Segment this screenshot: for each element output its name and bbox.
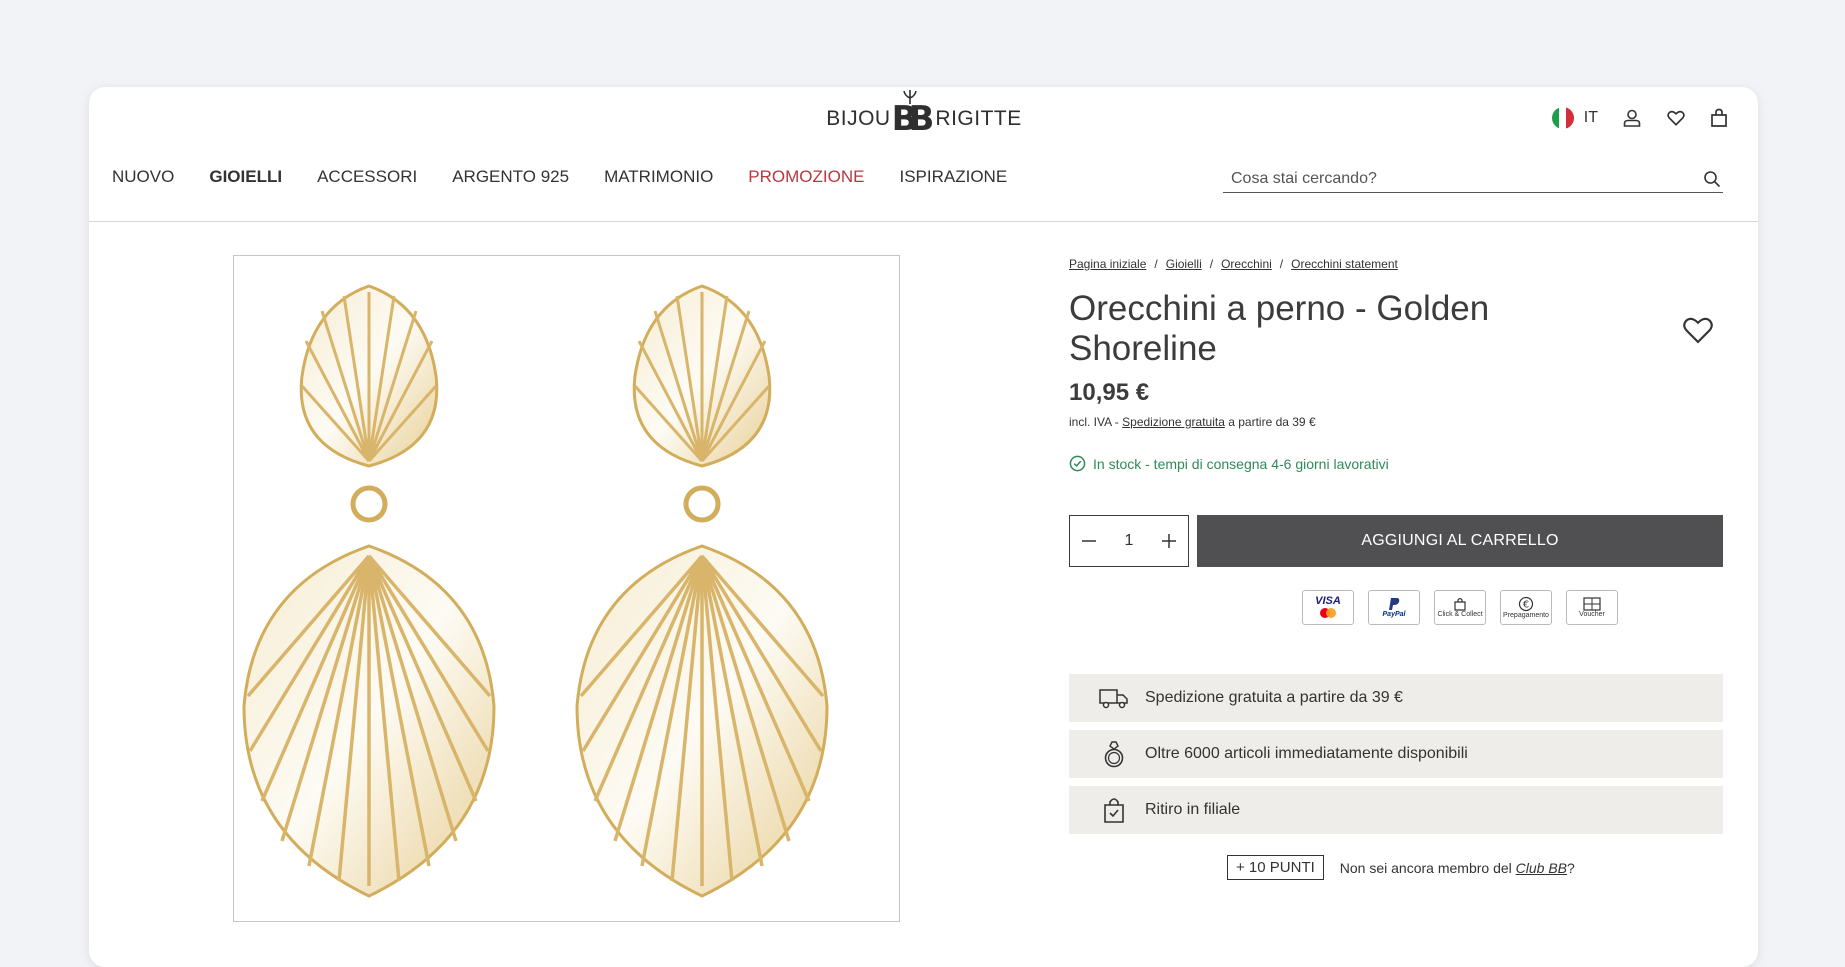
logo-monogram: BB (892, 90, 935, 136)
heart-icon[interactable] (1666, 108, 1686, 128)
product-price: 10,95 € (1069, 379, 1150, 406)
search-bar (1223, 165, 1723, 193)
paypal-icon: PayPal (1368, 590, 1420, 625)
add-to-cart-button[interactable]: AGGIUNGI AL CARRELLO (1197, 515, 1723, 567)
voucher-icon: Voucher (1566, 590, 1618, 625)
wishlist-heart-icon[interactable] (1681, 313, 1715, 347)
breadcrumb-gioielli[interactable]: Gioielli (1166, 257, 1202, 271)
free-shipping-link[interactable]: Spedizione gratuita (1122, 415, 1225, 429)
bag-icon[interactable] (1710, 108, 1728, 128)
breadcrumb: Pagina iniziale / Gioielli / Orecchini /… (1069, 257, 1398, 271)
language-selector[interactable]: IT (1551, 107, 1598, 129)
svg-text:€: € (1523, 600, 1529, 611)
nav-item-nuovo[interactable]: NUOVO (112, 167, 174, 187)
feature-availability: Oltre 6000 articoli immediatamente dispo… (1069, 730, 1723, 778)
flag-italy-icon (1551, 107, 1574, 129)
check-circle-icon (1069, 455, 1086, 472)
logo-text-left: BIJOU (826, 107, 891, 130)
club-prompt: Non sei ancora membro del Club BB? (1339, 859, 1575, 876)
breadcrumb-orecchini[interactable]: Orecchini (1221, 257, 1272, 271)
nav-item-accessori[interactable]: ACCESSORI (317, 167, 417, 187)
product-image[interactable] (233, 255, 900, 922)
breadcrumb-separator: / (1209, 257, 1214, 271)
language-label: IT (1583, 109, 1598, 126)
breadcrumb-separator: / (1279, 257, 1284, 271)
header-divider (89, 221, 1758, 222)
brand-logo[interactable]: BIJOU BB RIGITTE (819, 87, 1029, 137)
quantity-value[interactable]: 1 (1125, 532, 1134, 550)
visa-mastercard-icon: VISA (1302, 590, 1354, 625)
user-icon[interactable] (1622, 108, 1642, 128)
logo-text-right: RIGITTE (935, 107, 1022, 130)
product-title: Orecchini a perno - Golden Shoreline (1069, 289, 1490, 368)
feature-free-shipping: Spedizione gratuita a partire da 39 € (1069, 674, 1723, 722)
free-shipping-truck-icon (1091, 687, 1137, 709)
breadcrumb-separator: / (1154, 257, 1158, 271)
ring-icon (1091, 740, 1137, 768)
nav-item-promozione[interactable]: PROMOZIONE (748, 167, 864, 187)
quantity-stepper: 1 (1069, 515, 1189, 567)
search-icon[interactable] (1703, 170, 1721, 188)
nav-item-matrimonio[interactable]: MATRIMONIO (604, 167, 713, 187)
stock-text: In stock - tempi di consegna 4-6 giorni … (1093, 455, 1389, 472)
nav-item-ispirazione[interactable]: ISPIRAZIONE (899, 167, 1007, 187)
breadcrumb-home[interactable]: Pagina iniziale (1069, 257, 1146, 271)
nav-item-argento[interactable]: ARGENTO 925 (452, 167, 569, 187)
loyalty-points: + 10 PUNTI Non sei ancora membro del Clu… (1227, 855, 1575, 880)
club-bb-link[interactable]: Club BB (1516, 860, 1567, 876)
feature-store-pickup: Ritiro in filiale (1069, 786, 1723, 834)
earrings-illustration (234, 256, 901, 923)
plus-icon[interactable] (1160, 532, 1178, 550)
tax-info: incl. IVA - Spedizione gratuita a partir… (1069, 415, 1316, 429)
tax-suffix: a partire da 39 € (1224, 415, 1316, 429)
shopping-bag-check-icon (1091, 796, 1137, 824)
feature-text: Oltre 6000 articoli immediatamente dispo… (1145, 745, 1468, 762)
payment-methods: VISA PayPal Click & Collect € Prepagamen… (1302, 590, 1618, 625)
click-collect-icon: Click & Collect (1434, 590, 1486, 625)
tax-prefix: incl. IVA - (1069, 415, 1123, 429)
logo-sprout-icon (902, 90, 917, 104)
feature-text: Spedizione gratuita a partire da 39 € (1145, 689, 1403, 706)
points-badge: + 10 PUNTI (1227, 855, 1324, 880)
search-input[interactable] (1231, 169, 1671, 188)
nav-item-gioielli[interactable]: GIOIELLI (209, 167, 282, 187)
prepayment-icon: € Prepagamento (1500, 590, 1552, 625)
stock-status: In stock - tempi di consegna 4-6 giorni … (1069, 455, 1389, 472)
breadcrumb-orecchini-statement[interactable]: Orecchini statement (1291, 257, 1398, 271)
feature-text: Ritiro in filiale (1145, 801, 1241, 818)
browser-window: BIJOU BB RIGITTE IT NUOVO GIOIELLI ACCES… (89, 87, 1758, 967)
header-utilities: IT (1551, 107, 1728, 129)
minus-icon[interactable] (1080, 532, 1098, 550)
main-navigation: NUOVO GIOIELLI ACCESSORI ARGENTO 925 MAT… (112, 167, 1007, 187)
